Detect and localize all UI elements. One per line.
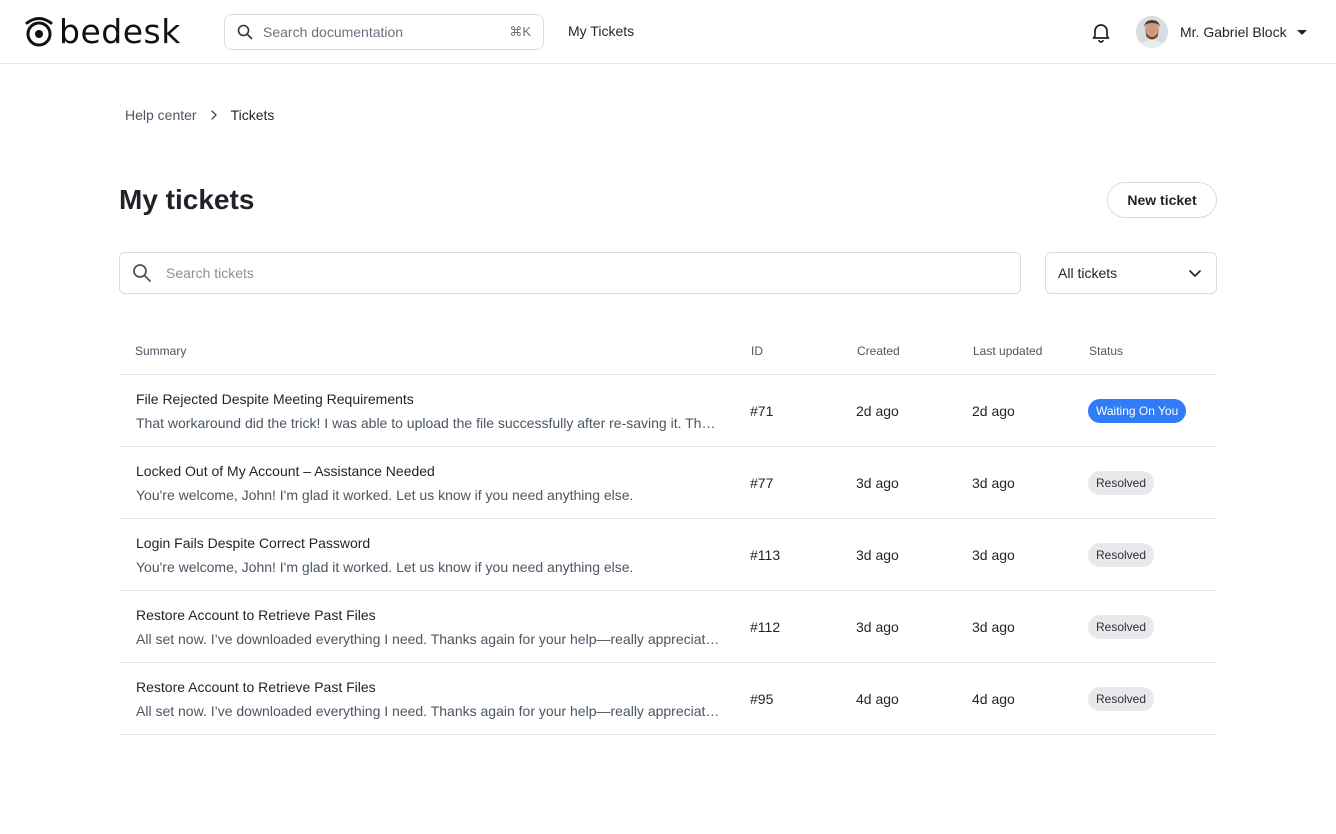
ticket-created: 2d ago — [856, 403, 899, 419]
ticket-updated: 2d ago — [972, 403, 1015, 419]
logo-text: bedesk — [59, 12, 181, 51]
ticket-filter-value: All tickets — [1058, 265, 1118, 281]
status-badge: Resolved — [1088, 687, 1155, 711]
logo-icon — [25, 17, 53, 47]
ticket-preview: You're welcome, John! I'm glad it worked… — [136, 559, 634, 575]
ticket-title: Restore Account to Retrieve Past Files — [136, 679, 376, 695]
ticket-updated: 3d ago — [972, 475, 1015, 491]
breadcrumb: Help center Tickets — [125, 107, 274, 123]
documentation-search[interactable]: ⌘K — [224, 14, 544, 50]
ticket-filter-select[interactable]: All tickets — [1045, 252, 1217, 294]
ticket-preview: All set now. I’ve downloaded everything … — [136, 631, 722, 647]
ticket-id: #95 — [750, 691, 774, 707]
top-navigation: bedesk ⌘K My Tickets Mr. Gabriel Block — [0, 0, 1336, 64]
new-ticket-button[interactable]: New ticket — [1107, 182, 1217, 218]
column-id: ID — [751, 344, 763, 358]
documentation-search-input[interactable] — [263, 24, 510, 40]
ticket-created: 3d ago — [856, 619, 899, 635]
ticket-title: Restore Account to Retrieve Past Files — [136, 607, 376, 623]
column-last-updated: Last updated — [973, 344, 1043, 358]
table-row[interactable]: File Rejected Despite Meeting Requiremen… — [119, 375, 1217, 447]
status-badge: Resolved — [1088, 543, 1155, 567]
ticket-title: File Rejected Despite Meeting Requiremen… — [136, 391, 414, 407]
ticket-preview: You're welcome, John! I'm glad it worked… — [136, 487, 634, 503]
status-badge: Resolved — [1088, 471, 1155, 495]
ticket-search-input[interactable] — [166, 265, 1008, 281]
column-summary: Summary — [135, 344, 187, 358]
table-row[interactable]: Restore Account to Retrieve Past Files A… — [119, 591, 1217, 663]
tickets-table: Summary ID Created Last updated Status F… — [119, 326, 1217, 735]
bell-icon[interactable] — [1090, 21, 1112, 43]
ticket-created: 4d ago — [856, 691, 899, 707]
breadcrumb-current: Tickets — [230, 107, 275, 123]
ticket-updated: 3d ago — [972, 547, 1015, 563]
ticket-updated: 3d ago — [972, 619, 1015, 635]
ticket-id: #77 — [750, 475, 774, 491]
ticket-id: #71 — [750, 403, 774, 419]
column-created: Created — [857, 344, 900, 358]
ticket-id: #112 — [750, 619, 781, 635]
ticket-preview: That workaround did the trick! I was abl… — [136, 415, 722, 431]
column-status: Status — [1089, 344, 1124, 358]
ticket-preview: All set now. I’ve downloaded everything … — [136, 703, 722, 719]
page-title: My tickets — [119, 184, 255, 215]
ticket-created: 3d ago — [856, 547, 899, 563]
ticket-title: Locked Out of My Account – Assistance Ne… — [136, 463, 435, 479]
chevron-right-icon — [210, 110, 217, 120]
search-shortcut-hint: ⌘K — [509, 24, 531, 39]
brand-logo[interactable]: bedesk — [24, 14, 181, 50]
table-row[interactable]: Restore Account to Retrieve Past Files A… — [119, 663, 1217, 735]
chevron-down-icon — [1189, 270, 1201, 277]
user-menu[interactable]: Mr. Gabriel Block — [1136, 16, 1307, 48]
search-icon — [133, 264, 151, 282]
ticket-title: Login Fails Despite Correct Password — [136, 535, 371, 551]
ticket-id: #113 — [750, 547, 781, 563]
user-name: Mr. Gabriel Block — [1180, 24, 1287, 40]
ticket-search[interactable] — [119, 252, 1021, 294]
breadcrumb-help-center[interactable]: Help center — [125, 107, 197, 123]
caret-down-icon — [1296, 30, 1307, 35]
table-header: Summary ID Created Last updated Status — [119, 326, 1217, 375]
avatar — [1136, 16, 1168, 48]
ticket-created: 3d ago — [856, 475, 899, 491]
status-badge: Waiting On You — [1088, 399, 1187, 423]
ticket-updated: 4d ago — [972, 691, 1015, 707]
nav-my-tickets[interactable]: My Tickets — [568, 23, 634, 39]
table-row[interactable]: Locked Out of My Account – Assistance Ne… — [119, 447, 1217, 519]
status-badge: Resolved — [1088, 615, 1155, 639]
search-icon — [237, 24, 253, 40]
table-row[interactable]: Login Fails Despite Correct Password You… — [119, 519, 1217, 591]
